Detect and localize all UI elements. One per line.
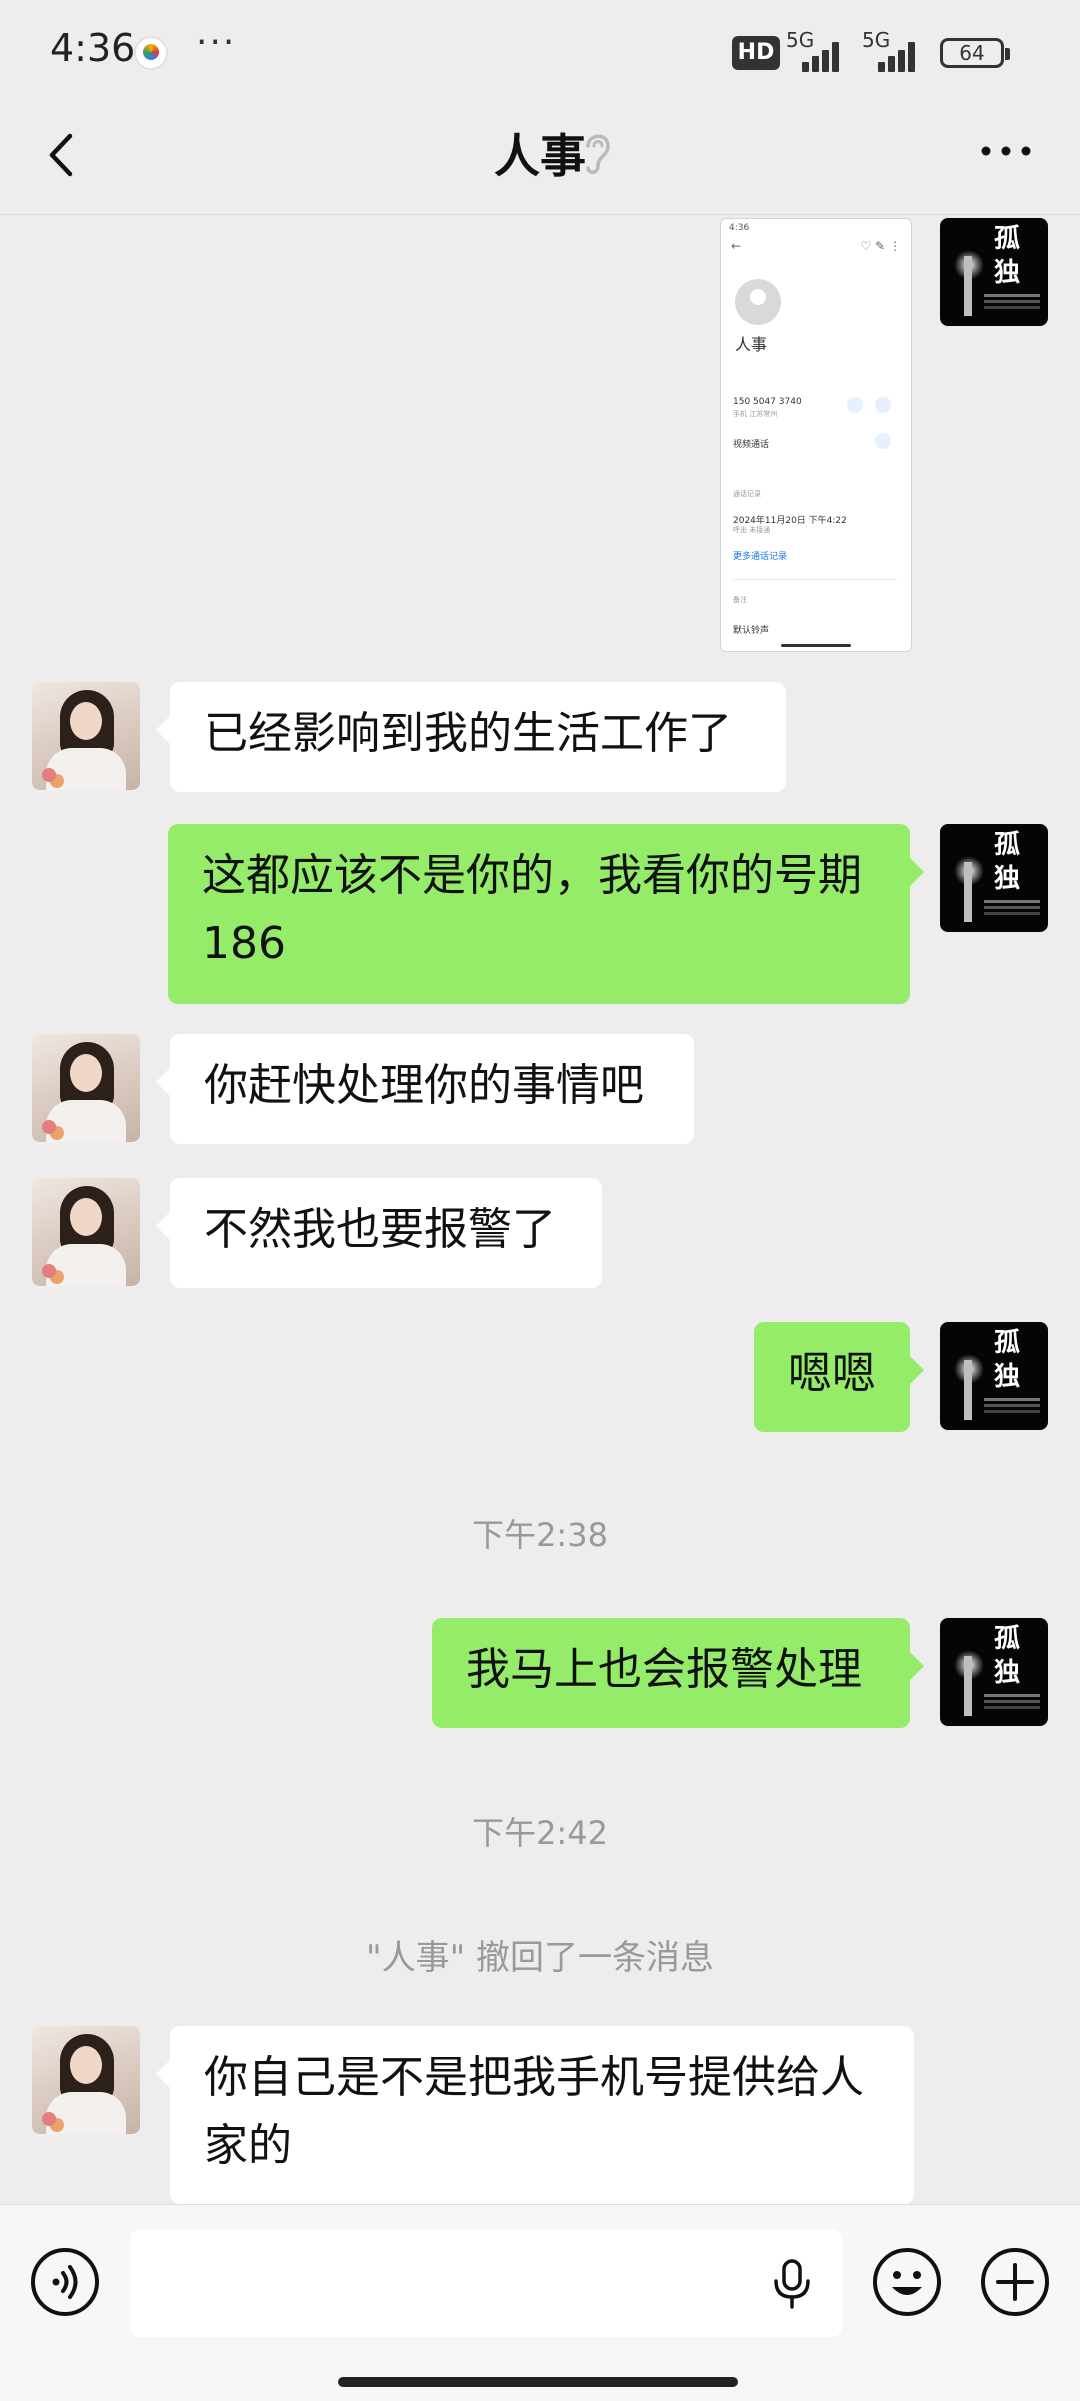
my-avatar[interactable]: 孤独 — [940, 218, 1048, 326]
video-icon — [875, 433, 891, 449]
message-bubble-incoming[interactable]: 已经影响到我的生活工作了 — [156, 682, 786, 792]
battery-icon: 64 — [940, 38, 1010, 68]
call-records-section: 通话记录 — [733, 490, 761, 498]
chat-title: 人事 — [494, 129, 586, 183]
ringtone-label: 默认铃声 — [733, 626, 770, 636]
hd-icon: HD — [732, 36, 780, 70]
home-indicator[interactable] — [338, 2377, 738, 2387]
contact-name: 人事 — [735, 335, 768, 354]
input-bar — [0, 2204, 1080, 2401]
status-bar: 4:36 ··· HD 5G 5G 64 — [0, 0, 1080, 100]
phone-icon — [847, 397, 863, 413]
my-avatar-text: 孤独 — [993, 224, 1020, 288]
my-avatar-text: 孤独 — [993, 1328, 1020, 1392]
notification-app-icon — [134, 36, 168, 70]
contact-phone-sub: 手机 江苏常州 — [733, 410, 778, 418]
voice-mode-icon[interactable] — [30, 2247, 100, 2317]
message-bubble-outgoing[interactable]: 这都应该不是你的，我看你的号期186 — [168, 824, 924, 1004]
contact-avatar[interactable] — [32, 1178, 140, 1286]
ear-icon — [586, 134, 610, 174]
signal-1-label: 5G — [786, 28, 815, 52]
status-more-dots: ··· — [196, 22, 237, 63]
message-bubble-outgoing[interactable]: 嗯嗯 — [754, 1322, 924, 1432]
message-bubble-outgoing[interactable]: 我马上也会报警处理 — [432, 1618, 924, 1728]
sms-icon — [875, 397, 891, 413]
signal-2-icon: 5G — [862, 28, 926, 72]
my-avatar[interactable]: 孤独 — [940, 1322, 1048, 1430]
contact-avatar[interactable] — [32, 1034, 140, 1142]
status-time: 4:36 — [50, 26, 136, 70]
message-bubble-incoming[interactable]: 你赶快处理你的事情吧 — [156, 1034, 694, 1144]
my-avatar[interactable]: 孤独 — [940, 824, 1048, 932]
more-dots-icon[interactable] — [976, 136, 1036, 166]
recall-notice: "人事" 撤回了一条消息 — [365, 1938, 715, 1978]
contact-avatar[interactable] — [32, 2026, 140, 2134]
my-avatar-text: 孤独 — [993, 830, 1020, 894]
emoji-icon[interactable] — [872, 2247, 942, 2317]
message-input[interactable] — [130, 2229, 842, 2337]
contact-avatar[interactable] — [32, 682, 140, 790]
contact-phone: 150 5047 3740 — [733, 397, 802, 407]
plus-icon[interactable] — [980, 2247, 1050, 2317]
timestamp: 下午2:42 — [472, 1814, 608, 1852]
chat-header: 人事 — [0, 100, 1080, 215]
signal-1-icon: 5G — [786, 28, 850, 72]
my-avatar[interactable]: 孤独 — [940, 1618, 1048, 1726]
call-sub: 呼出 未接通 — [733, 526, 771, 534]
notes-label: 备注 — [733, 596, 747, 604]
my-avatar-text: 孤独 — [993, 1624, 1020, 1688]
message-bubble-incoming[interactable]: 不然我也要报警了 — [156, 1178, 602, 1288]
microphone-icon[interactable] — [772, 2257, 812, 2311]
timestamp: 下午2:38 — [472, 1516, 608, 1554]
contact-avatar-placeholder — [735, 279, 781, 325]
message-bubble-incoming[interactable]: 你自己是不是把我手机号提供给人家的 — [156, 2026, 914, 2204]
video-call-label: 视频通话 — [733, 440, 770, 450]
signal-2-label: 5G — [862, 28, 891, 52]
more-records-link: 更多通话记录 — [733, 552, 788, 562]
image-message[interactable]: 4:36 ← ♡ ✎ ⋮ 人事 150 5047 3740 手机 江苏常州 视频通… — [720, 218, 912, 652]
